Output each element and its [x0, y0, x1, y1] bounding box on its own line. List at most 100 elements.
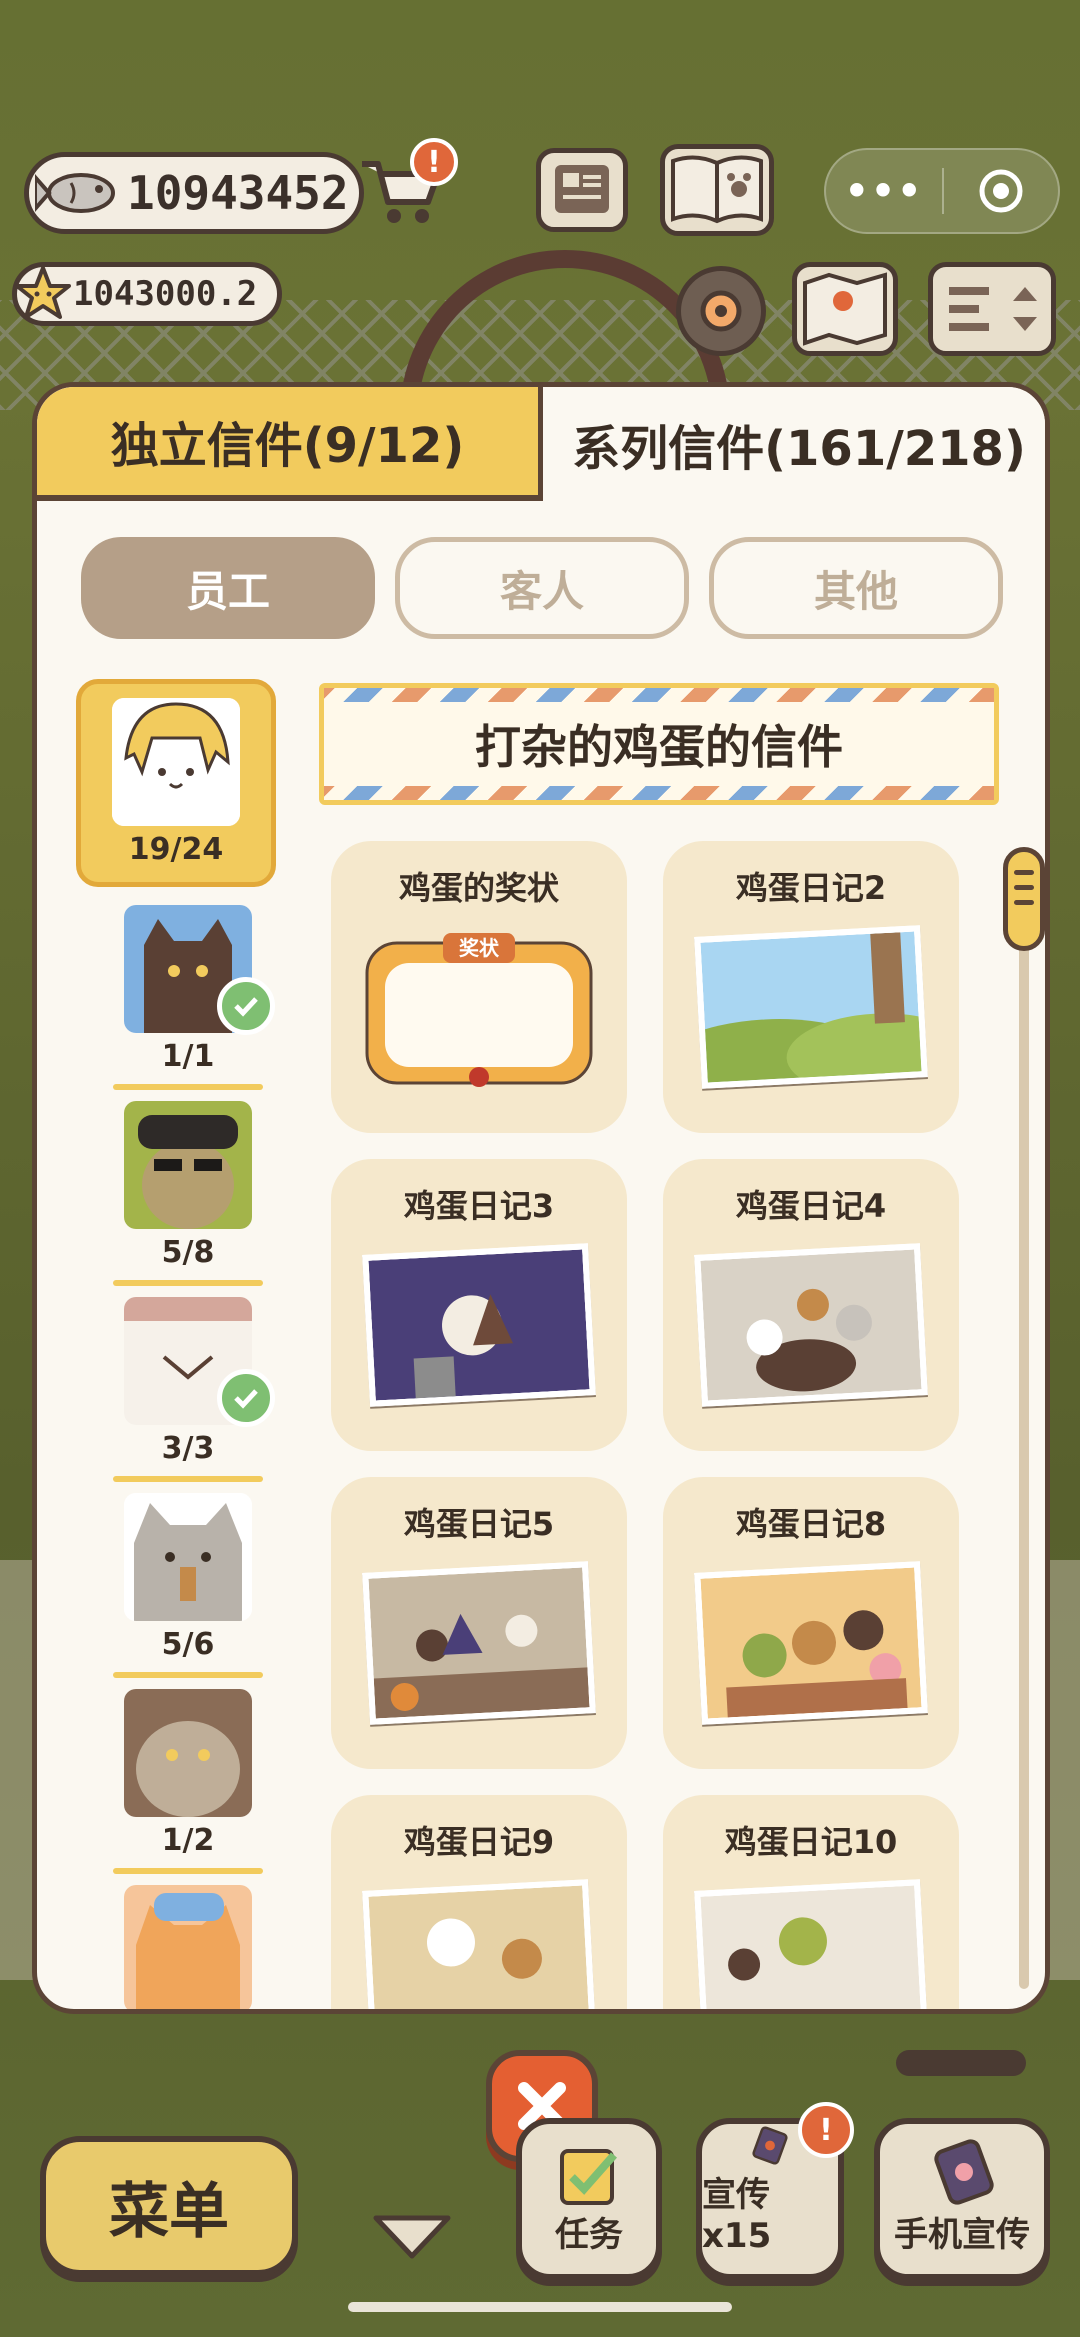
- letter-title: 鸡蛋日记5: [403, 1505, 555, 1543]
- diary-photo: [694, 925, 928, 1089]
- gear-icon: [700, 290, 742, 332]
- phone-promote-label: 手机宣传: [894, 2215, 1030, 2255]
- avatar: [124, 1885, 252, 2009]
- promote-label: 宣传x15: [702, 2175, 772, 2256]
- certificate-image: 奖状: [365, 933, 593, 1087]
- tab-series-letters[interactable]: 系列信件(161/218): [543, 387, 1045, 501]
- promote-alert-badge: !: [798, 2102, 854, 2158]
- task-button[interactable]: 任务: [516, 2118, 662, 2280]
- letter-card[interactable]: 鸡蛋日记2: [663, 841, 959, 1133]
- list-divider: [113, 1672, 263, 1678]
- letter-card[interactable]: 鸡蛋日记9: [331, 1795, 627, 2009]
- character-letter-count: 1/2: [161, 1823, 215, 1858]
- phone-flyer-icon: [934, 2139, 994, 2205]
- flyer-icon: [752, 2126, 788, 2165]
- diary-photo: [694, 1243, 928, 1407]
- star-count: 1043000.2: [73, 274, 258, 314]
- diary-photo: [694, 1561, 928, 1725]
- map-button[interactable]: [792, 262, 898, 356]
- letter-title: 鸡蛋日记8: [735, 1505, 887, 1543]
- menu-button[interactable]: 菜单: [40, 2136, 298, 2276]
- collapse-arrow-icon[interactable]: [372, 2212, 452, 2262]
- list-divider: [113, 1280, 263, 1286]
- letter-card[interactable]: 鸡蛋日记5: [331, 1477, 627, 1769]
- mini-program-capsule: •••: [824, 148, 1060, 234]
- character-list: 19/24 1/1 5/8 3/3 5/6 1/2: [73, 679, 303, 2009]
- character-letter-count: 19/24: [128, 832, 224, 867]
- filter-other[interactable]: 其他: [709, 537, 1003, 639]
- series-title: 打杂的鸡蛋的信件: [475, 720, 843, 774]
- letter-title: 鸡蛋日记2: [735, 869, 887, 907]
- letter-title: 鸡蛋日记3: [403, 1187, 555, 1225]
- character-calico-cat[interactable]: 3/3: [73, 1297, 303, 1482]
- manul-cat-portrait: [124, 1689, 252, 1817]
- character-letter-count: 5/8: [161, 1235, 215, 1270]
- paw-book-icon: [671, 155, 763, 224]
- more-menu-button[interactable]: •••: [826, 169, 942, 213]
- close-program-button[interactable]: [944, 167, 1058, 215]
- decor-bar: [896, 2050, 1026, 2076]
- phone-promote-button[interactable]: 手机宣传: [874, 2118, 1050, 2280]
- diary-photo: [362, 1243, 596, 1407]
- fish-count: 10943452: [127, 166, 349, 220]
- letters-panel: 独立信件(9/12) 系列信件(161/218) 员工 客人 其他 19/24 …: [32, 382, 1050, 2014]
- sunglasses-cat-portrait: [124, 1101, 252, 1229]
- character-egg[interactable]: 19/24: [76, 679, 276, 887]
- target-icon: [979, 169, 1023, 213]
- fish-icon: [35, 173, 115, 213]
- character-letter-count: 3/3: [161, 1431, 215, 1466]
- home-indicator[interactable]: [348, 2302, 732, 2312]
- settings-button[interactable]: [676, 266, 766, 356]
- fish-currency: 10943452: [24, 152, 364, 234]
- scrollbar-track[interactable]: [1019, 849, 1029, 1989]
- list-divider: [113, 1084, 263, 1090]
- letter-card[interactable]: 鸡蛋日记3: [331, 1159, 627, 1451]
- complete-check-icon: [217, 977, 275, 1035]
- character-manul-cat[interactable]: 1/2: [73, 1689, 303, 1874]
- newspaper-icon: [555, 165, 609, 213]
- tab-individual-letters[interactable]: 独立信件(9/12): [37, 387, 543, 501]
- newspaper-button[interactable]: [536, 148, 628, 232]
- letter-title: 鸡蛋日记4: [735, 1187, 887, 1225]
- complete-check-icon: [217, 1369, 275, 1427]
- letter-series-banner: 打杂的鸡蛋的信件: [319, 683, 999, 805]
- list-divider: [113, 1868, 263, 1874]
- character-orange-cat[interactable]: [73, 1885, 303, 2009]
- character-grey-cat[interactable]: 5/6: [73, 1493, 303, 1678]
- catalog-book-button[interactable]: [660, 144, 774, 236]
- letter-card[interactable]: 鸡蛋的奖状 奖状: [331, 841, 627, 1133]
- star-icon: [15, 266, 71, 319]
- letter-grid: 鸡蛋的奖状 奖状 鸡蛋日记2 鸡蛋日记3 鸡蛋日记4 鸡蛋日记5 鸡蛋日记8 鸡…: [331, 841, 971, 2009]
- letter-card[interactable]: 鸡蛋日记4: [663, 1159, 959, 1451]
- orange-cat-portrait: [124, 1885, 252, 2009]
- blonde-cat-portrait: [112, 698, 240, 826]
- avatar: [124, 1689, 252, 1817]
- letter-card[interactable]: 鸡蛋日记8: [663, 1477, 959, 1769]
- letter-card[interactable]: 鸡蛋日记10: [663, 1795, 959, 2009]
- avatar: [112, 698, 240, 826]
- character-letter-count: 1/1: [161, 1039, 215, 1074]
- avatar: [124, 1493, 252, 1621]
- clipboard-check-icon: [560, 2149, 617, 2205]
- sliders-icon: [949, 287, 1037, 331]
- list-divider: [113, 1476, 263, 1482]
- filter-guests[interactable]: 客人: [395, 537, 689, 639]
- shop-cart-button[interactable]: !: [358, 138, 458, 230]
- character-letter-count: 5/6: [161, 1627, 215, 1662]
- character-gangster-cat[interactable]: 5/8: [73, 1101, 303, 1286]
- map-icon: [803, 272, 887, 346]
- menu-label: 菜单: [109, 2176, 229, 2247]
- task-label: 任务: [555, 2215, 623, 2255]
- certificate-badge-text: 奖状: [459, 936, 500, 960]
- letter-title: 鸡蛋的奖状: [398, 869, 559, 907]
- star-currency: 1043000.2: [12, 262, 282, 326]
- diary-photo: [362, 1561, 596, 1725]
- shop-alert-badge: !: [410, 138, 458, 186]
- diary-photo: [694, 1879, 928, 2009]
- filter-staff[interactable]: 员工: [81, 537, 375, 639]
- layout-toggle-button[interactable]: [928, 262, 1056, 356]
- character-black-cat[interactable]: 1/1: [73, 905, 303, 1090]
- letter-title: 鸡蛋日记10: [724, 1823, 898, 1861]
- diary-photo: [362, 1879, 596, 2009]
- scrollbar-thumb[interactable]: [1003, 847, 1045, 951]
